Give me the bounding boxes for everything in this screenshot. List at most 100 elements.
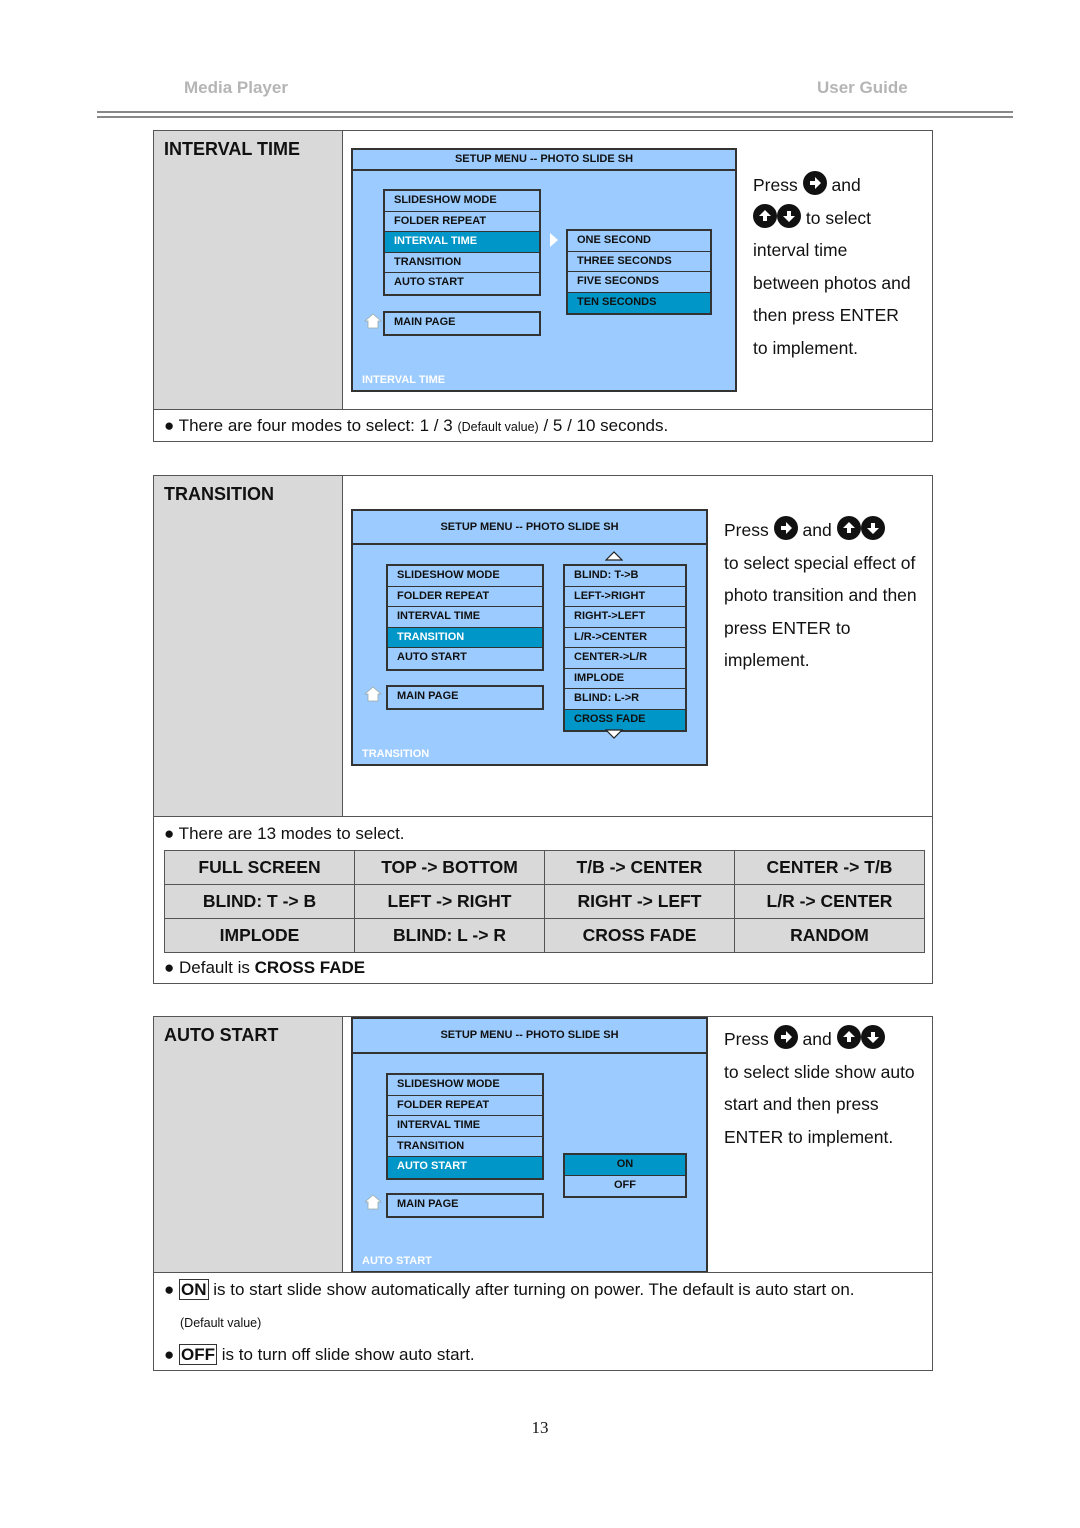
osd-footer: TRANSITION — [362, 748, 430, 760]
osd-option-item-selected[interactable]: ON — [565, 1155, 685, 1176]
mode-cell: CROSS FADE — [544, 918, 735, 953]
mode-cell: CENTER -> T/B — [734, 850, 925, 885]
scroll-down-icon[interactable] — [605, 729, 623, 739]
osd-menu-item[interactable]: FOLDER REPEAT — [388, 1096, 542, 1116]
desc-line: to select — [805, 207, 872, 228]
note-text: / 5 / 10 seconds. — [538, 416, 669, 435]
on-keyword: ON — [179, 1279, 209, 1300]
transition-modes-table: FULL SCREEN TOP -> BOTTOM T/B -> CENTER … — [164, 850, 925, 953]
section-label-column: AUTO START — [154, 1017, 343, 1272]
osd-menu-item[interactable]: TRANSITION — [385, 253, 539, 273]
header-rule — [97, 111, 1013, 113]
up-button-icon — [753, 203, 777, 228]
osd-menu-item[interactable]: AUTO START — [385, 273, 539, 294]
osd-menu-item-selected[interactable]: TRANSITION — [388, 627, 542, 648]
default-value-label: (Default value) — [457, 420, 539, 434]
desc-line: between photos and — [753, 272, 911, 293]
main-page-button[interactable]: MAIN PAGE — [385, 313, 539, 334]
mode-cell: T/B -> CENTER — [544, 850, 735, 885]
osd-menu-list: SLIDESHOW MODE FOLDER REPEAT INTERVAL TI… — [386, 564, 544, 671]
table-row: BLIND: T -> B LEFT -> RIGHT RIGHT -> LEF… — [164, 884, 925, 919]
osd-option-list: ONE SECOND THREE SECONDS FIVE SECONDS TE… — [566, 229, 712, 315]
scroll-up-icon[interactable] — [605, 551, 623, 561]
instructions: Press and to select interval time betwee… — [753, 169, 931, 364]
osd-menu-item[interactable]: SLIDESHOW MODE — [388, 566, 542, 587]
osd-option-item[interactable]: BLIND: T->B — [565, 566, 685, 587]
osd-option-item-selected[interactable]: CROSS FADE — [565, 709, 685, 730]
up-button-icon — [836, 516, 861, 540]
desc-line: then press ENTER — [753, 305, 899, 325]
note-text: ● Default is — [164, 958, 255, 977]
desc-line: to implement. — [753, 337, 859, 358]
desc-line: to select special effect of — [724, 552, 916, 573]
header-title-right: User Guide — [817, 78, 908, 97]
table-row: IMPLODE BLIND: L -> R CROSS FADE RANDOM — [164, 918, 925, 953]
osd-menu-item[interactable]: INTERVAL TIME — [388, 1116, 542, 1137]
down-button-icon — [860, 1025, 885, 1049]
osd-option-item[interactable]: CENTER->L/R — [565, 648, 685, 669]
osd-menu-item-selected[interactable]: INTERVAL TIME — [385, 232, 539, 253]
osd-option-item[interactable]: L/R->CENTER — [565, 628, 685, 648]
section-note-row: ● There are four modes to select: 1 / 3 … — [154, 409, 932, 442]
desc-line: to select slide show auto — [724, 1061, 915, 1082]
bullet: ● — [164, 1280, 179, 1299]
osd-menu-item[interactable]: SLIDESHOW MODE — [385, 191, 539, 212]
right-button-icon — [802, 171, 827, 195]
right-button-icon — [773, 516, 798, 540]
mode-cell: BLIND: T -> B — [164, 884, 355, 919]
osd-option-item[interactable]: THREE SECONDS — [568, 252, 710, 272]
off-note: ● OFF is to turn off slide show auto sta… — [164, 1344, 475, 1365]
osd-option-item[interactable]: LEFT->RIGHT — [565, 587, 685, 607]
section-label-column: INTERVAL TIME — [154, 131, 343, 409]
transition-modes-note: ● There are 13 modes to select. — [164, 824, 405, 843]
osd-menu-item[interactable]: TRANSITION — [388, 1137, 542, 1157]
mode-cell: LEFT -> RIGHT — [354, 884, 545, 919]
osd-menu-item-selected[interactable]: AUTO START — [388, 1157, 542, 1178]
osd-footer: AUTO START — [362, 1255, 432, 1267]
main-page-button[interactable]: MAIN PAGE — [388, 687, 542, 708]
osd-menu-item[interactable]: AUTO START — [388, 648, 542, 669]
note-text: ● There are four modes to select: 1 / 3 — [164, 416, 458, 435]
desc-line: ENTER to implement. — [724, 1126, 894, 1147]
main-page-button[interactable]: MAIN PAGE — [388, 1195, 542, 1216]
osd-menu-list: SLIDESHOW MODE FOLDER REPEAT INTERVAL TI… — [383, 189, 541, 296]
osd-option-item[interactable]: IMPLODE — [565, 669, 685, 689]
default-transition-note: ● Default is CROSS FADE — [164, 958, 365, 978]
osd-option-item-selected[interactable]: TEN SECONDS — [568, 292, 710, 313]
up-button-icon — [836, 1025, 861, 1049]
auto-start-section: AUTO START SETUP MENU -- PHOTO SLIDE SH … — [153, 1016, 933, 1371]
down-button-icon — [777, 203, 801, 228]
desc-line: implement. — [724, 650, 810, 670]
osd-screen: SETUP MENU -- PHOTO SLIDE SH SLIDESHOW M… — [351, 509, 708, 766]
section-title: AUTO START — [164, 1025, 279, 1045]
home-icon — [364, 1194, 382, 1210]
osd-header: SETUP MENU -- PHOTO SLIDE SH — [353, 1019, 706, 1054]
mode-cell: FULL SCREEN — [164, 850, 355, 885]
default-value: CROSS FADE — [254, 958, 366, 977]
osd-header: SETUP MENU -- PHOTO SLIDE SH — [353, 150, 735, 171]
osd-menu-item[interactable]: INTERVAL TIME — [388, 607, 542, 628]
section-note-row: ● There are 13 modes to select. FULL SCR… — [154, 816, 932, 984]
osd-screen: SETUP MENU -- PHOTO SLIDE SH SLIDESHOW M… — [351, 1017, 708, 1273]
mode-cell: IMPLODE — [164, 918, 355, 953]
mode-cell: RANDOM — [734, 918, 925, 953]
mode-cell: L/R -> CENTER — [734, 884, 925, 919]
press-text: Press — [724, 520, 769, 540]
note-text: is to start slide show automatically aft… — [208, 1280, 855, 1299]
osd-menu-item[interactable]: SLIDESHOW MODE — [388, 1075, 542, 1096]
osd-option-item[interactable]: BLIND: L->R — [565, 689, 685, 710]
osd-option-item[interactable]: FIVE SECONDS — [568, 272, 710, 293]
and-text: and — [831, 175, 861, 195]
section-title: TRANSITION — [164, 484, 274, 504]
osd-option-item[interactable]: OFF — [565, 1176, 685, 1197]
section-note-row: ● ON is to start slide show automaticall… — [154, 1272, 932, 1371]
osd-main-page: MAIN PAGE — [386, 1193, 544, 1218]
osd-option-item[interactable]: ONE SECOND — [568, 231, 710, 252]
osd-menu-item[interactable]: FOLDER REPEAT — [385, 212, 539, 232]
osd-menu-item[interactable]: FOLDER REPEAT — [388, 587, 542, 607]
press-text: Press — [753, 175, 798, 195]
osd-option-item[interactable]: RIGHT->LEFT — [565, 607, 685, 628]
instructions: Press and to select special effect of ph… — [724, 514, 932, 677]
home-icon — [364, 686, 382, 702]
home-icon — [364, 313, 382, 329]
